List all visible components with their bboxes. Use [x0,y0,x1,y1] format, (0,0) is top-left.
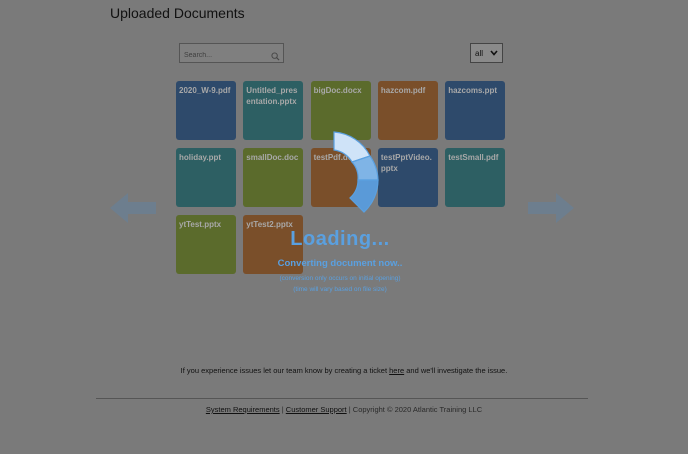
chevron-down-icon [490,49,498,58]
footer: System Requirements | Customer Support |… [100,405,588,414]
footer-divider [96,398,588,399]
document-tile[interactable]: testPptVideo.pptx [377,148,438,207]
document-tile[interactable]: hazcom.pdf [377,81,438,140]
previous-page-arrow-icon[interactable] [110,193,158,228]
filter-select-value: all [475,48,484,58]
page-title: Uploaded Documents [110,5,245,21]
system-requirements-link[interactable]: System Requirements [206,405,280,414]
search-box[interactable] [179,43,284,66]
document-tile[interactable]: hazcoms.ppt [445,81,506,140]
loading-note-conversion: (conversion only occurs on initial openi… [279,275,401,282]
customer-support-link[interactable]: Customer Support [286,405,347,414]
document-tile[interactable]: 2020_W-9.pdf [176,81,236,140]
issue-text-prefix: If you experience issues let our team kn… [180,366,388,375]
loading-message: Converting document now.. [277,258,403,269]
document-tile[interactable]: Untitled_presentation.pptx [243,81,304,140]
loading-note-time: (time will vary based on file size) [293,286,387,293]
footer-separator: | [281,405,284,414]
document-tile[interactable]: smallDoc.doc [243,148,304,207]
loading-title: Loading... [290,228,390,250]
filter-select[interactable]: all [470,43,503,63]
next-page-arrow-icon[interactable] [526,193,574,228]
search-input[interactable] [180,46,283,65]
copyright-text: | Copyright © 2020 Atlantic Training LLC [348,405,483,414]
search-icon[interactable] [271,48,280,66]
document-tile[interactable]: holiday.ppt [176,148,236,207]
document-tile[interactable]: ytTest.pptx [176,215,236,274]
ticket-link[interactable]: here [389,366,404,375]
loading-spinner-icon [320,128,384,221]
issue-line: If you experience issues let our team kn… [100,366,588,375]
document-tile[interactable]: testSmall.pdf [445,148,506,207]
issue-text-suffix: and we'll investigate the issue. [406,366,508,375]
